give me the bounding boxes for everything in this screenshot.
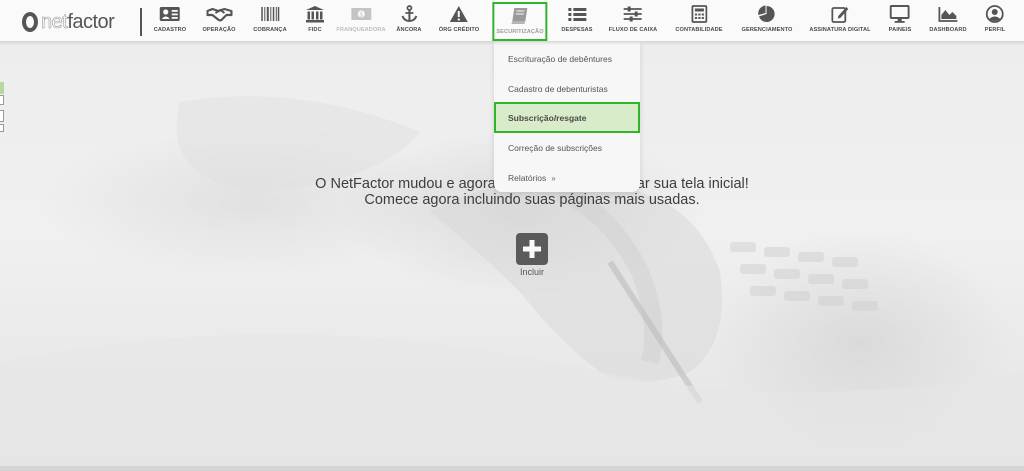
menu-item-relatorios[interactable]: Relatórios » [494, 163, 640, 193]
nav-fidc[interactable]: FIDC [305, 4, 325, 38]
welcome-message-line2: Comece agora incluindo suas páginas mais… [364, 192, 700, 208]
edge-artifact [0, 95, 4, 105]
nav-cadastro[interactable]: CADASTRO [154, 4, 187, 38]
nav-label: FLUXO DE CAIXA [608, 27, 658, 33]
nav-label: FIDC [308, 27, 322, 33]
nav-label: COBRANÇA [253, 27, 287, 33]
logo-mark [22, 12, 38, 32]
logo-text-net: net [41, 10, 68, 33]
menu-item-cadastro-debenturistas[interactable]: Cadastro de debenturistas [494, 74, 640, 104]
nav-label: OPERAÇÃO [202, 27, 236, 33]
nav-securitizacao[interactable]: SECURITIZAÇÃO [492, 2, 548, 41]
securitizacao-dropdown: Escrituração de debêntures Cadastro de d… [494, 42, 640, 192]
add-page-button[interactable] [516, 233, 548, 265]
anchor-icon [400, 4, 418, 24]
nav-label: ASSINATURA DIGITAL [809, 27, 871, 33]
barcode-icon [260, 4, 280, 24]
nav-org-credito[interactable]: ÓRG CRÉDITO [439, 4, 479, 38]
menu-item-label: Relatórios [508, 173, 547, 183]
plus-icon [523, 240, 541, 258]
nav-label: DESPESAS [561, 27, 593, 33]
top-navbar: net factor CADASTRO OPERAÇÃO COBRANÇA FI… [0, 0, 1024, 42]
menu-item-label: Cadastro de debenturistas [508, 84, 608, 94]
nav-label: ÂNCORA [396, 27, 422, 33]
logo-text-factor: factor [67, 10, 115, 33]
nav-label: ÓRG CRÉDITO [438, 27, 480, 33]
nav-dashboard[interactable]: DASHBOARD [929, 4, 967, 38]
logo-divider [140, 8, 142, 36]
edge-artifact [0, 110, 4, 122]
svg-text:$: $ [359, 12, 363, 19]
handshake-icon [206, 4, 232, 24]
nav-despesas[interactable]: DESPESAS [561, 4, 593, 38]
menu-item-subscricao-resgate[interactable]: Subscrição/resgate [494, 102, 640, 133]
nav-gerenciamento[interactable]: GERENCIAMENTO [742, 4, 793, 38]
nav-label: CADASTRO [153, 27, 187, 33]
bottom-border [0, 466, 1024, 471]
nav-label: DASHBOARD [929, 27, 967, 33]
nav-label: PERFIL [984, 27, 1006, 33]
edge-artifact [0, 124, 4, 132]
menu-item-escrituracao[interactable]: Escrituração de debêntures [494, 44, 640, 74]
nav-cobranca[interactable]: COBRANÇA [253, 4, 287, 38]
monitor-icon [889, 4, 910, 24]
nav-ancora[interactable]: ÂNCORA [396, 4, 421, 38]
nav-paineis[interactable]: PAINEIS [889, 4, 912, 38]
add-page-label[interactable]: Incluir [512, 267, 552, 277]
nav-franqueadora: $ FRANQUEADORA [336, 4, 386, 38]
nav-operacao[interactable]: OPERAÇÃO [202, 4, 235, 38]
menu-item-correcao-subscricoes[interactable]: Correção de subscrições [494, 133, 640, 163]
netfactor-logo[interactable]: net factor [22, 9, 115, 35]
nav-label: CONTABILIDADE [675, 27, 723, 33]
area-chart-icon [938, 4, 958, 24]
nav-contabilidade[interactable]: CONTABILIDADE [675, 4, 722, 38]
nav-label: SECURITIZAÇÃO [496, 29, 544, 35]
id-card-icon [159, 4, 181, 24]
warning-icon [449, 4, 469, 24]
nav-label: FRANQUEADORA [336, 27, 386, 33]
menu-item-label: Correção de subscrições [508, 143, 603, 153]
nav-label: PAINEIS [888, 27, 912, 33]
user-icon [986, 4, 1004, 24]
calculator-icon [691, 4, 707, 24]
nav-perfil[interactable]: PERFIL [985, 4, 1006, 38]
nav-fluxo-de-caixa[interactable]: FLUXO DE CAIXA [609, 4, 658, 38]
nav-assinatura-digital[interactable]: ASSINATURA DIGITAL [809, 4, 871, 38]
list-icon [567, 4, 587, 24]
menu-item-label: Subscrição/resgate [508, 112, 587, 123]
edge-artifact [0, 82, 4, 94]
money-icon: $ [350, 4, 372, 24]
bank-icon [305, 4, 325, 24]
edit-icon [831, 4, 849, 24]
pie-chart-icon [758, 4, 776, 24]
sliders-icon [623, 4, 643, 24]
nav-label: GERENCIAMENTO [741, 27, 793, 33]
menu-item-label: Escrituração de debêntures [508, 54, 612, 64]
submenu-arrow-icon: » [551, 173, 556, 183]
book-icon [510, 6, 530, 26]
